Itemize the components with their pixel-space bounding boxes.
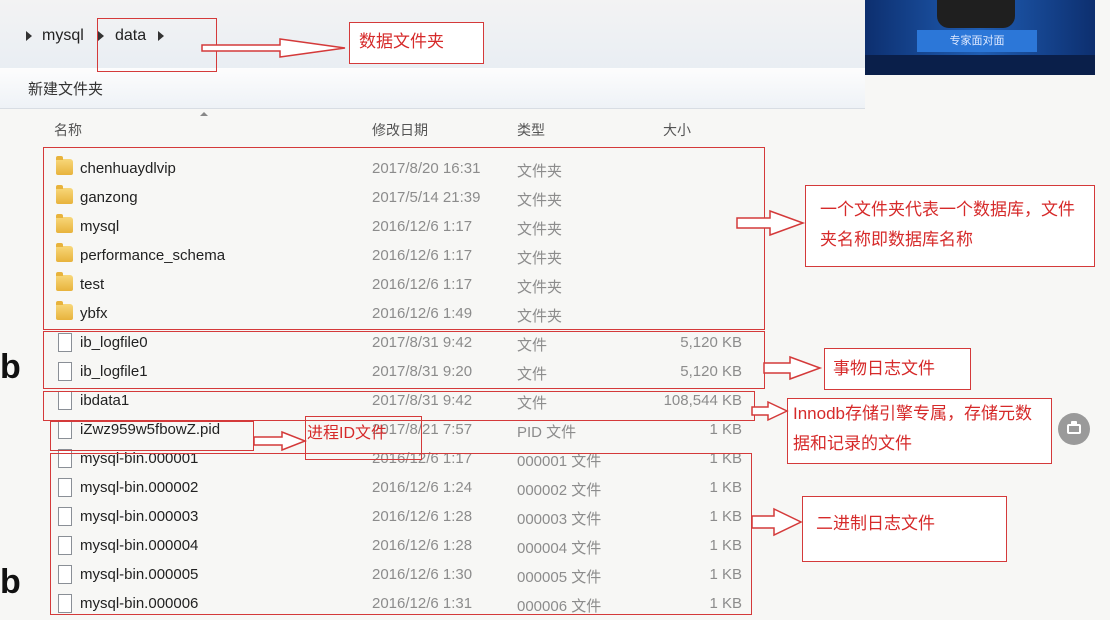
binlog-highlight xyxy=(50,453,752,615)
arrow-to-pid-note xyxy=(253,430,308,452)
data-folder-note-box: 数据文件夹 xyxy=(349,22,484,64)
innodb-note-box: Innodb存储引擎专属，存储元数据和记录的文件 xyxy=(787,398,1052,464)
database-note: 一个文件夹代表一个数据库，文件夹名称即数据库名称 xyxy=(820,200,1075,249)
video-banner: 专家面对面 xyxy=(917,30,1037,52)
new-folder-button[interactable]: 新建文件夹 xyxy=(28,78,103,99)
breadcrumb-item-mysql[interactable]: mysql xyxy=(42,27,84,45)
pid-note-box: 进程ID文件 xyxy=(305,416,422,460)
desk-shape xyxy=(865,55,1095,75)
file-size: 1 KB xyxy=(709,421,742,438)
database-note-box: 一个文件夹代表一个数据库，文件夹名称即数据库名称 xyxy=(805,185,1095,267)
arrow-to-transaction-note xyxy=(763,355,823,381)
column-header-name[interactable]: 名称 xyxy=(54,120,82,140)
arrow-to-database-note xyxy=(736,209,806,237)
transaction-log-note-box: 事物日志文件 xyxy=(824,348,971,390)
pid-file-highlight xyxy=(50,421,254,451)
arrow-to-binlog-note xyxy=(751,507,803,537)
presenter-figure xyxy=(937,0,1015,28)
binlog-note: 二进制日志文件 xyxy=(816,514,935,533)
edge-letter: b xyxy=(0,563,21,601)
transaction-log-highlight xyxy=(43,331,765,389)
file-type: PID 文件 xyxy=(517,424,577,441)
sort-ascending-icon xyxy=(200,112,208,116)
column-header-type[interactable]: 类型 xyxy=(517,120,545,140)
arrow-to-data-note xyxy=(201,38,346,58)
binlog-note-box: 二进制日志文件 xyxy=(802,496,1007,562)
arrow-to-innodb-note xyxy=(751,400,789,422)
innodb-note: Innodb存储引擎专属，存储元数据和记录的文件 xyxy=(793,404,1032,453)
database-folders-highlight xyxy=(43,147,765,330)
column-header-date[interactable]: 修改日期 xyxy=(372,120,428,140)
pid-note: 进程ID文件 xyxy=(307,425,388,442)
column-header-row: 名称 修改日期 类型 大小 xyxy=(0,110,1110,146)
camera-icon[interactable] xyxy=(1058,413,1090,445)
presenter-video-overlay: 专家面对面 xyxy=(865,0,1095,75)
column-header-size[interactable]: 大小 xyxy=(663,120,691,140)
data-breadcrumb-highlight xyxy=(97,18,217,72)
toolbar: 新建文件夹 xyxy=(0,68,865,109)
data-folder-note: 数据文件夹 xyxy=(359,32,444,51)
transaction-log-note: 事物日志文件 xyxy=(833,359,935,378)
edge-letter: b xyxy=(0,348,21,386)
chevron-right-icon[interactable] xyxy=(26,31,32,41)
